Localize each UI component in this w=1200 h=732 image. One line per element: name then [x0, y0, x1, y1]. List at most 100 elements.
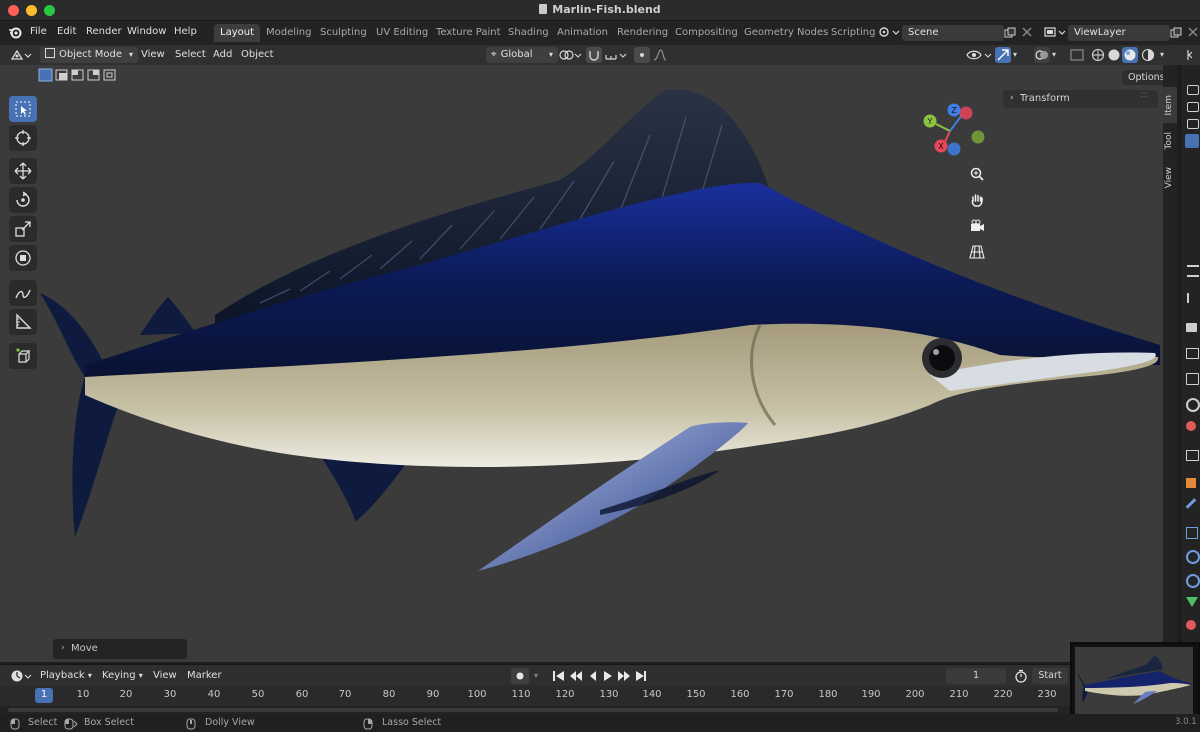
snap-icon[interactable] [586, 47, 602, 63]
sidebar-tab-tool[interactable]: Tool [1164, 132, 1176, 149]
sidebar-tab-view[interactable]: View [1164, 167, 1176, 188]
transform-tool[interactable] [9, 245, 37, 271]
gizmo-toggle-icon[interactable] [995, 47, 1011, 63]
timeline-editor-type-icon[interactable] [10, 669, 34, 683]
new-view-layer-icon[interactable] [1170, 27, 1182, 39]
menu-select[interactable]: Select [175, 47, 206, 63]
falloff-icon[interactable] [652, 48, 668, 62]
editor-type-icon[interactable] [10, 48, 32, 62]
auto-keying-record-button[interactable] [511, 668, 529, 684]
proportional-editing-icon[interactable] [634, 47, 650, 63]
transform-orientation-dropdown[interactable]: ⌖ Global ▾ [486, 47, 558, 63]
new-scene-icon[interactable] [1004, 27, 1016, 39]
3d-viewport[interactable]: Options▾ › Transform ∷ Z Y X › Move [0, 65, 1163, 662]
tab-modeling[interactable]: Modeling [260, 24, 318, 42]
tab-layout[interactable]: Layout [214, 24, 260, 42]
snap-target-icon[interactable] [604, 48, 628, 62]
current-frame-field[interactable]: 1 [946, 668, 1006, 684]
view-layer-icon[interactable] [1044, 26, 1066, 39]
menu-file[interactable]: File [30, 26, 47, 37]
menu-help[interactable]: Help [174, 26, 197, 37]
tab-compositing[interactable]: Compositing [669, 24, 744, 42]
chevron-down-icon[interactable]: ▾ [1052, 50, 1056, 59]
view-layer-camera-icon[interactable] [1187, 119, 1199, 129]
tab-geometry-nodes[interactable]: Geometry Nodes [738, 24, 834, 42]
collection-properties-icon[interactable] [1186, 450, 1199, 461]
collapse-header-icon[interactable] [1186, 48, 1196, 62]
render-properties-icon[interactable] [1186, 323, 1197, 332]
material-properties-icon[interactable] [1186, 620, 1196, 630]
visibility-icon[interactable] [966, 48, 992, 62]
pivot-point-icon[interactable] [558, 48, 582, 62]
scale-tool[interactable] [9, 216, 37, 242]
camera-view-icon[interactable] [966, 215, 988, 237]
zoom-icon[interactable] [966, 163, 988, 185]
stopwatch-icon[interactable] [1014, 669, 1028, 683]
delete-scene-icon[interactable] [1022, 27, 1032, 37]
mode-dropdown[interactable]: Object Mode ▾ [40, 47, 138, 63]
scene-selector-icon[interactable] [878, 26, 900, 39]
scene-camera-icon[interactable] [1185, 134, 1199, 148]
menu-edit[interactable]: Edit [57, 26, 76, 37]
options-dropdown[interactable]: Options▾ [1122, 70, 1163, 85]
last-operator-panel[interactable]: › Move [53, 639, 187, 659]
particles-properties-icon[interactable] [1186, 527, 1198, 539]
scene-name-field[interactable]: Scene [902, 25, 1004, 41]
scene-properties-icon[interactable] [1186, 398, 1200, 412]
marker-menu[interactable]: Marker [187, 668, 222, 684]
tab-rendering[interactable]: Rendering [611, 24, 674, 42]
move-tool[interactable] [9, 158, 37, 184]
blender-logo-icon[interactable] [8, 26, 22, 39]
menu-view[interactable]: View [141, 47, 165, 63]
overlays-icon[interactable] [1034, 47, 1050, 63]
shading-rendered-icon[interactable] [1141, 48, 1155, 62]
rotate-tool[interactable] [9, 187, 37, 213]
menu-object[interactable]: Object [241, 47, 274, 63]
shading-material-icon[interactable] [1122, 47, 1138, 63]
timeline-view-menu[interactable]: View [153, 668, 177, 684]
measure-tool[interactable] [9, 309, 37, 335]
chevron-down-icon[interactable]: ▾ [1013, 50, 1017, 59]
view-layer-name-field[interactable]: ViewLayer [1068, 25, 1170, 41]
tab-sculpting[interactable]: Sculpting [314, 24, 373, 42]
chevron-down-icon[interactable]: ▾ [1160, 50, 1164, 59]
modifier-properties-icon[interactable] [1185, 498, 1197, 509]
annotate-tool[interactable] [9, 280, 37, 306]
cursor-tool[interactable] [9, 125, 37, 151]
chevron-down-icon[interactable]: ▾ [534, 671, 538, 680]
playback-menu[interactable]: Playback ▾ [40, 668, 92, 684]
physics-properties-icon[interactable] [1186, 550, 1200, 564]
output-properties-icon[interactable] [1186, 348, 1199, 359]
properties-menu-icon[interactable] [1187, 265, 1199, 277]
add-cube-tool[interactable] [9, 343, 37, 369]
navigation-gizmo[interactable]: Z Y X [918, 101, 988, 159]
drag-handle-icon[interactable]: ∷ [1141, 91, 1147, 101]
tab-shading[interactable]: Shading [502, 24, 555, 42]
playback-controls[interactable] [550, 668, 650, 684]
data-properties-icon[interactable] [1186, 597, 1198, 607]
delete-view-layer-icon[interactable] [1188, 27, 1198, 37]
start-frame-field[interactable]: Start [1032, 668, 1068, 684]
tab-scripting[interactable]: Scripting [825, 24, 881, 42]
menu-window[interactable]: Window [127, 26, 166, 37]
xray-icon[interactable] [1070, 49, 1084, 61]
tool-properties-icon[interactable] [1187, 293, 1199, 303]
shading-solid-icon[interactable] [1107, 48, 1121, 62]
world-properties-icon[interactable] [1186, 421, 1196, 431]
menu-add[interactable]: Add [213, 47, 232, 63]
menu-render[interactable]: Render [86, 26, 122, 37]
timeline-scrollbar[interactable] [8, 708, 1058, 712]
timeline-ruler[interactable]: 1 10 20 30 40 50 60 70 80 90 100 110 120… [0, 686, 1070, 706]
keying-menu[interactable]: Keying ▾ [102, 668, 143, 684]
selection-mode-icons[interactable] [38, 68, 118, 82]
marlin-fish-model[interactable] [0, 65, 1163, 662]
view-layer-properties-icon[interactable] [1186, 373, 1199, 385]
perspective-grid-icon[interactable] [966, 241, 988, 263]
select-box-tool[interactable] [9, 96, 37, 122]
tab-texture-paint[interactable]: Texture Paint [430, 24, 507, 42]
output-camera-icon[interactable] [1187, 102, 1199, 112]
shading-wireframe-icon[interactable] [1091, 48, 1105, 62]
tab-animation[interactable]: Animation [551, 24, 614, 42]
transform-panel-header[interactable]: › Transform ∷ [1003, 90, 1158, 108]
tab-uv-editing[interactable]: UV Editing [370, 24, 434, 42]
